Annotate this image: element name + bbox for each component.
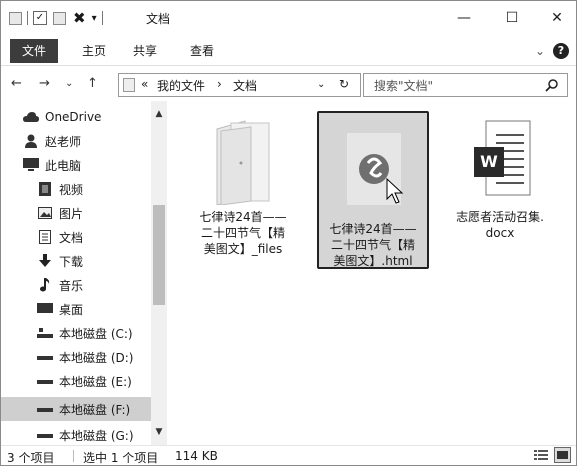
download-icon <box>37 253 53 269</box>
file-item-docx[interactable]: W 志愿者活动召集. docx <box>444 115 556 241</box>
divider <box>101 11 103 25</box>
status-bar: 3 个项目 选中 1 个项目 114 KB <box>1 445 576 465</box>
user-icon <box>23 133 39 149</box>
breadcrumb-separator: › <box>217 77 222 91</box>
large-icons-view-icon[interactable] <box>554 447 571 463</box>
document-icon <box>37 229 53 245</box>
word-document-icon: W <box>460 115 540 205</box>
quick-access-toolbar: ✓ ✖ ▾ <box>9 9 108 27</box>
explorer-window: ✓ ✖ ▾ 文档 — ☐ ✕ 文件 主页 共享 查看 ⌄ ? ← → ⌄ ↑ «… <box>0 0 577 466</box>
selection-count: 选中 1 个项目 <box>83 451 159 465</box>
nav-item-desktop[interactable]: 桌面 <box>1 297 151 321</box>
nav-item-onedrive[interactable]: OneDrive <box>1 105 151 129</box>
scrollbar-thumb[interactable] <box>153 205 165 305</box>
recent-locations-button[interactable]: ⌄ <box>65 78 73 89</box>
nav-item-this-pc[interactable]: 此电脑 <box>1 153 151 177</box>
refresh-button[interactable]: ↻ <box>339 77 349 91</box>
file-name: 志愿者活动召集. docx <box>456 210 544 240</box>
nav-item-documents[interactable]: 文档 <box>1 225 151 249</box>
details-view-icon[interactable] <box>534 448 548 462</box>
drive-icon <box>37 349 53 365</box>
customize-toolbar-icon[interactable]: ▾ <box>92 13 97 24</box>
drive-icon <box>37 427 53 443</box>
close-button[interactable]: ✕ <box>542 7 572 29</box>
app-icon <box>9 11 22 25</box>
system-drive-icon <box>37 325 53 341</box>
cloud-icon <box>23 109 39 125</box>
breadcrumb-overflow[interactable]: « <box>141 77 148 91</box>
breadcrumb-documents[interactable]: 文档 <box>233 77 257 94</box>
address-dropdown-icon[interactable]: ⌄ <box>317 79 325 90</box>
forward-button[interactable]: → <box>39 76 50 91</box>
nav-item-pictures[interactable]: 图片 <box>1 201 151 225</box>
computer-icon <box>23 157 39 173</box>
nav-item-user[interactable]: 赵老师 <box>1 129 151 153</box>
file-item-folder[interactable]: 七律诗24首—— 二十四节气【精 美图文】_files <box>187 115 299 257</box>
file-item-html[interactable]: 七律诗24首—— 二十四节气【精 美图文】.html <box>317 111 429 269</box>
nav-item-downloads[interactable]: 下载 <box>1 249 151 273</box>
scroll-up-icon[interactable]: ▲ <box>151 109 167 119</box>
nav-scrollbar[interactable]: ▲ ▼ <box>151 101 167 445</box>
tab-share[interactable]: 共享 <box>130 41 160 61</box>
navigation-pane: OneDrive 赵老师 此电脑 视频 图片 文档 下载 音乐 桌面 本地磁盘 … <box>1 101 167 445</box>
new-folder-icon[interactable] <box>53 11 66 25</box>
search-placeholder: 搜索"文档" <box>374 79 434 93</box>
delete-icon[interactable]: ✖ <box>73 9 86 27</box>
nav-item-drive-g[interactable]: 本地磁盘 (G:) <box>1 423 151 445</box>
video-icon <box>37 181 53 197</box>
divider <box>73 450 74 462</box>
selection-size: 114 KB <box>175 449 218 463</box>
up-button[interactable]: ↑ <box>87 76 98 91</box>
nav-item-drive-c[interactable]: 本地磁盘 (C:) <box>1 321 151 345</box>
file-name: 七律诗24首—— 二十四节气【精 美图文】.html <box>329 222 417 268</box>
ribbon-tabs: 文件 主页 共享 查看 ⌄ ? <box>1 35 576 65</box>
window-title: 文档 <box>146 12 171 26</box>
maximize-button[interactable]: ☐ <box>497 7 527 29</box>
search-icon[interactable] <box>545 78 559 92</box>
drive-icon <box>37 401 53 417</box>
nav-item-videos[interactable]: 视频 <box>1 177 151 201</box>
help-icon[interactable]: ? <box>553 43 569 59</box>
music-icon <box>37 277 53 293</box>
tab-view[interactable]: 查看 <box>187 41 217 61</box>
file-name: 七律诗24首—— 二十四节气【精 美图文】_files <box>199 210 287 256</box>
folder-icon <box>216 120 270 205</box>
title-bar: ✓ ✖ ▾ 文档 — ☐ ✕ <box>1 1 576 35</box>
expand-ribbon-icon[interactable]: ⌄ <box>532 41 548 61</box>
item-count: 3 个项目 <box>7 451 55 465</box>
nav-item-drive-d[interactable]: 本地磁盘 (D:) <box>1 345 151 369</box>
scroll-down-icon[interactable]: ▼ <box>151 427 167 437</box>
address-bar[interactable]: « 我的文件 › 文档 ⌄ ↻ <box>118 73 361 97</box>
back-button[interactable]: ← <box>11 76 22 91</box>
desktop-icon <box>37 301 53 317</box>
tab-home[interactable]: 主页 <box>79 41 109 61</box>
file-list: 七律诗24首—— 二十四节气【精 美图文】_files 七律诗24首—— 二十四… <box>167 101 576 445</box>
drive-icon <box>37 373 53 389</box>
tab-file[interactable]: 文件 <box>10 39 58 63</box>
breadcrumb-my-files[interactable]: 我的文件 <box>157 77 205 94</box>
search-box[interactable]: 搜索"文档" <box>363 73 568 97</box>
nav-item-drive-f[interactable]: 本地磁盘 (F:) <box>1 397 151 421</box>
divider <box>27 11 28 25</box>
minimize-button[interactable]: — <box>449 7 479 29</box>
pictures-icon <box>37 205 53 221</box>
properties-icon[interactable]: ✓ <box>33 11 47 25</box>
folder-location-icon <box>123 78 135 92</box>
nav-item-drive-e[interactable]: 本地磁盘 (E:) <box>1 369 151 393</box>
address-row: ← → ⌄ ↑ « 我的文件 › 文档 ⌄ ↻ 搜索"文档" <box>1 65 576 101</box>
word-letter: W <box>480 152 498 171</box>
nav-item-music[interactable]: 音乐 <box>1 273 151 297</box>
html-file-icon <box>333 127 413 217</box>
